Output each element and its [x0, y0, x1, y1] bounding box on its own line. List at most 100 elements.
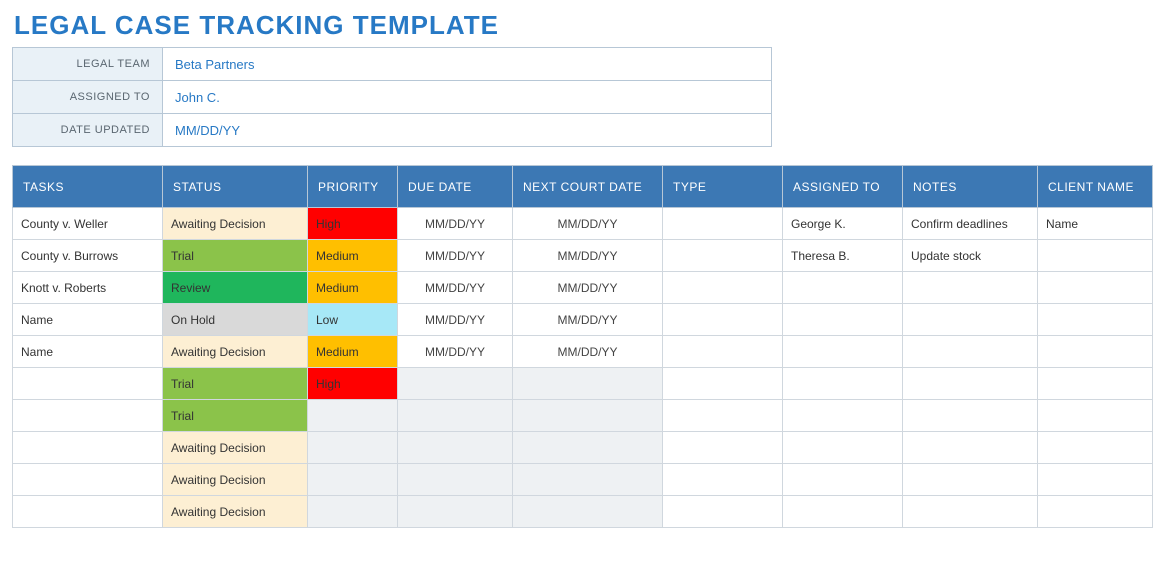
cell-due[interactable]: MM/DD/YY: [398, 208, 513, 240]
cell-task[interactable]: [13, 432, 163, 464]
header-status: STATUS: [163, 166, 308, 208]
cell-task[interactable]: Name: [13, 304, 163, 336]
cell-assigned[interactable]: [783, 496, 903, 528]
meta-value-date-updated[interactable]: MM/DD/YY: [163, 114, 772, 147]
cell-court[interactable]: [513, 400, 663, 432]
cell-task[interactable]: Name: [13, 336, 163, 368]
cell-court[interactable]: MM/DD/YY: [513, 304, 663, 336]
cell-court[interactable]: [513, 432, 663, 464]
cell-court[interactable]: [513, 496, 663, 528]
cell-status[interactable]: Awaiting Decision: [163, 208, 308, 240]
cell-court[interactable]: MM/DD/YY: [513, 208, 663, 240]
cell-notes[interactable]: [903, 496, 1038, 528]
cell-notes[interactable]: [903, 432, 1038, 464]
cell-client[interactable]: [1038, 496, 1153, 528]
cell-priority[interactable]: [308, 400, 398, 432]
cell-court[interactable]: MM/DD/YY: [513, 336, 663, 368]
cell-assigned[interactable]: [783, 400, 903, 432]
cell-priority[interactable]: Medium: [308, 240, 398, 272]
cell-due[interactable]: MM/DD/YY: [398, 272, 513, 304]
cell-task[interactable]: County v. Weller: [13, 208, 163, 240]
cell-status[interactable]: On Hold: [163, 304, 308, 336]
cell-task[interactable]: [13, 400, 163, 432]
cell-type[interactable]: [663, 496, 783, 528]
header-notes: NOTES: [903, 166, 1038, 208]
cell-priority[interactable]: Low: [308, 304, 398, 336]
cell-type[interactable]: [663, 336, 783, 368]
cell-type[interactable]: [663, 240, 783, 272]
cell-status[interactable]: Awaiting Decision: [163, 336, 308, 368]
cell-assigned[interactable]: [783, 464, 903, 496]
cell-court[interactable]: MM/DD/YY: [513, 240, 663, 272]
cell-status[interactable]: Awaiting Decision: [163, 432, 308, 464]
cell-due[interactable]: MM/DD/YY: [398, 336, 513, 368]
cell-client[interactable]: [1038, 304, 1153, 336]
cell-priority[interactable]: [308, 464, 398, 496]
cell-type[interactable]: [663, 464, 783, 496]
cell-client[interactable]: [1038, 368, 1153, 400]
cell-status[interactable]: Awaiting Decision: [163, 464, 308, 496]
cell-notes[interactable]: [903, 304, 1038, 336]
cell-due[interactable]: MM/DD/YY: [398, 304, 513, 336]
cell-court[interactable]: [513, 464, 663, 496]
cell-client[interactable]: [1038, 400, 1153, 432]
cell-type[interactable]: [663, 368, 783, 400]
cell-priority[interactable]: [308, 496, 398, 528]
cell-priority[interactable]: [308, 432, 398, 464]
cell-notes[interactable]: Confirm deadlines: [903, 208, 1038, 240]
cell-assigned[interactable]: Theresa B.: [783, 240, 903, 272]
cell-assigned[interactable]: George K.: [783, 208, 903, 240]
cell-due[interactable]: [398, 400, 513, 432]
cell-notes[interactable]: [903, 368, 1038, 400]
cell-task[interactable]: Knott v. Roberts: [13, 272, 163, 304]
cell-task[interactable]: County v. Burrows: [13, 240, 163, 272]
header-court: NEXT COURT DATE: [513, 166, 663, 208]
cell-assigned[interactable]: [783, 304, 903, 336]
cell-notes[interactable]: [903, 400, 1038, 432]
cell-client[interactable]: [1038, 272, 1153, 304]
cell-due[interactable]: [398, 368, 513, 400]
cell-status[interactable]: Awaiting Decision: [163, 496, 308, 528]
cell-type[interactable]: [663, 208, 783, 240]
table-row: Trial: [13, 400, 1153, 432]
cell-assigned[interactable]: [783, 336, 903, 368]
cell-assigned[interactable]: [783, 272, 903, 304]
cell-client[interactable]: [1038, 240, 1153, 272]
cell-assigned[interactable]: [783, 432, 903, 464]
cell-client[interactable]: [1038, 432, 1153, 464]
cell-client[interactable]: Name: [1038, 208, 1153, 240]
cell-notes[interactable]: [903, 464, 1038, 496]
cell-client[interactable]: [1038, 464, 1153, 496]
cell-status[interactable]: Trial: [163, 240, 308, 272]
cell-notes[interactable]: [903, 272, 1038, 304]
cell-type[interactable]: [663, 304, 783, 336]
meta-value-assigned-to[interactable]: John C.: [163, 81, 772, 114]
cell-status[interactable]: Trial: [163, 400, 308, 432]
cell-priority[interactable]: Medium: [308, 336, 398, 368]
cell-due[interactable]: MM/DD/YY: [398, 240, 513, 272]
cell-due[interactable]: [398, 496, 513, 528]
cell-priority[interactable]: High: [308, 368, 398, 400]
cell-due[interactable]: [398, 464, 513, 496]
grid-header-row: TASKS STATUS PRIORITY DUE DATE NEXT COUR…: [13, 166, 1153, 208]
table-row: NameAwaiting DecisionMediumMM/DD/YYMM/DD…: [13, 336, 1153, 368]
meta-value-legal-team[interactable]: Beta Partners: [163, 48, 772, 81]
cell-task[interactable]: [13, 496, 163, 528]
cell-due[interactable]: [398, 432, 513, 464]
cell-priority[interactable]: High: [308, 208, 398, 240]
cell-task[interactable]: [13, 464, 163, 496]
cell-client[interactable]: [1038, 336, 1153, 368]
cell-status[interactable]: Review: [163, 272, 308, 304]
cell-notes[interactable]: [903, 336, 1038, 368]
cell-court[interactable]: [513, 368, 663, 400]
cell-priority[interactable]: Medium: [308, 272, 398, 304]
cell-type[interactable]: [663, 272, 783, 304]
cell-notes[interactable]: Update stock: [903, 240, 1038, 272]
cell-task[interactable]: [13, 368, 163, 400]
cell-type[interactable]: [663, 432, 783, 464]
header-due: DUE DATE: [398, 166, 513, 208]
cell-assigned[interactable]: [783, 368, 903, 400]
cell-court[interactable]: MM/DD/YY: [513, 272, 663, 304]
cell-type[interactable]: [663, 400, 783, 432]
cell-status[interactable]: Trial: [163, 368, 308, 400]
